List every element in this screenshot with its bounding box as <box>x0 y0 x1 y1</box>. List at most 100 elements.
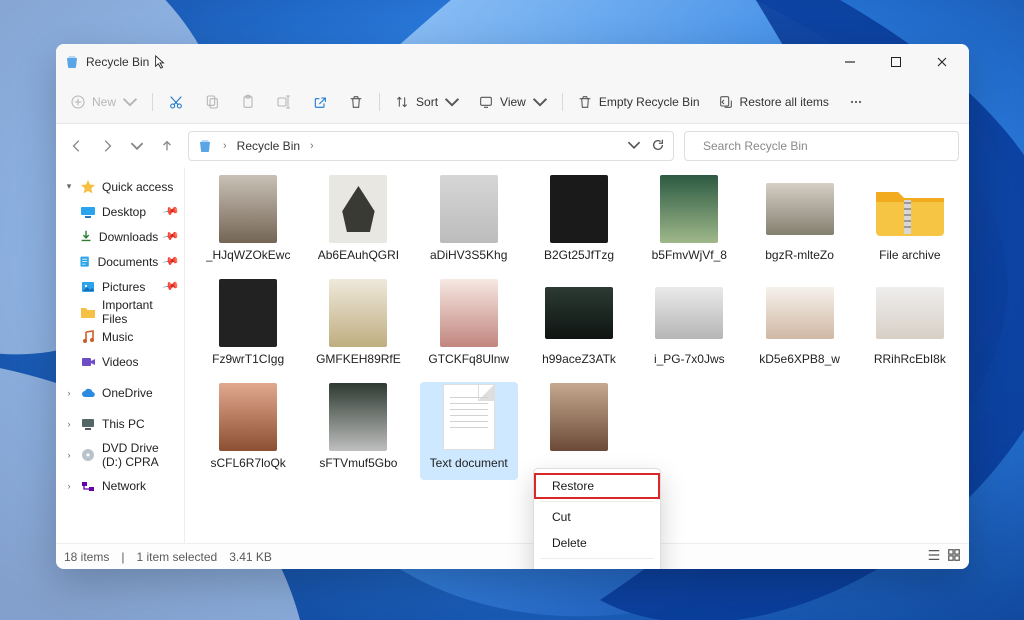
view-list-icon[interactable] <box>927 548 941 565</box>
more-button[interactable] <box>841 87 871 117</box>
file-label: GTCKFq8Ulnw <box>428 352 509 366</box>
refresh-button[interactable] <box>651 138 665 155</box>
sidebar-group-pc[interactable]: ›This PC <box>60 411 180 436</box>
file-item[interactable]: Fz9wrT1CIgg <box>199 278 297 376</box>
rename-icon[interactable] <box>269 87 299 117</box>
copy-icon[interactable] <box>197 87 227 117</box>
cut-icon[interactable] <box>161 87 191 117</box>
empty-recycle-bin-button[interactable]: Empty Recycle Bin <box>571 87 706 117</box>
file-item[interactable]: RRihRcEbI8k <box>861 278 959 376</box>
file-item[interactable]: B2Gt25JfTzg <box>530 174 628 272</box>
paste-icon[interactable] <box>233 87 263 117</box>
file-label: RRihRcEbI8k <box>874 352 946 366</box>
pin-icon: 📌 <box>162 202 181 221</box>
file-item[interactable]: _HJqWZOkEwc <box>199 174 297 272</box>
back-button[interactable] <box>66 135 88 157</box>
file-item[interactable]: bgzR-mlteZo <box>750 174 848 272</box>
window-title: Recycle Bin <box>86 55 149 69</box>
net-icon <box>80 478 96 494</box>
dropdown-icon[interactable] <box>627 138 641 155</box>
sidebar-item-download[interactable]: Downloads📌 <box>60 224 180 249</box>
file-item[interactable]: kD5e6XPB8_w <box>750 278 848 376</box>
toolbar: New Sort View <box>56 80 969 124</box>
pc-icon <box>80 416 96 432</box>
document-icon <box>78 254 91 270</box>
file-label: i_PG-7x0Jws <box>654 352 725 366</box>
address-row: › Recycle Bin › <box>56 124 969 168</box>
forward-button[interactable] <box>96 135 118 157</box>
sidebar-item-desktop[interactable]: Desktop📌 <box>60 199 180 224</box>
file-label: bgzR-mlteZo <box>765 248 834 262</box>
recycle-bin-crumb-icon <box>197 138 213 154</box>
context-delete[interactable]: Delete <box>534 530 660 556</box>
pin-icon: 📌 <box>162 252 181 271</box>
file-label: _HJqWZOkEwc <box>206 248 291 262</box>
close-button[interactable] <box>919 44 965 80</box>
cloud-icon <box>80 385 96 401</box>
new-button[interactable]: New <box>64 87 144 117</box>
sidebar-group-dvd[interactable]: ›DVD Drive (D:) CPRA <box>60 442 180 467</box>
status-selection: 1 item selected <box>136 550 217 564</box>
file-item[interactable]: File archive <box>861 174 959 272</box>
window-body: ▾ Quick access Desktop📌Downloads📌Documen… <box>56 168 969 543</box>
file-item[interactable]: Ab6EAuhQGRI <box>309 174 407 272</box>
minimize-button[interactable] <box>827 44 873 80</box>
file-label: h99aceZ3ATk <box>542 352 616 366</box>
recycle-bin-icon <box>64 54 80 70</box>
music-icon <box>80 329 96 345</box>
file-item[interactable]: GMFKEH89RfE <box>309 278 407 376</box>
search-input[interactable] <box>701 138 950 154</box>
view-button[interactable]: View <box>472 87 554 117</box>
file-item[interactable] <box>530 382 628 480</box>
sidebar-item-document[interactable]: Documents📌 <box>60 249 180 274</box>
file-label: sFTVmuf5Gbo <box>319 456 397 470</box>
restore-all-button[interactable]: Restore all items <box>712 87 835 117</box>
sidebar-item-folder[interactable]: Important Files <box>60 299 180 324</box>
file-label: sCFL6R7loQk <box>210 456 285 470</box>
status-bar: 18 items | 1 item selected 3.41 KB <box>56 543 969 569</box>
file-label: kD5e6XPB8_w <box>759 352 840 366</box>
file-item[interactable]: h99aceZ3ATk <box>530 278 628 376</box>
cursor-icon <box>153 55 167 69</box>
pin-icon: 📌 <box>162 227 181 246</box>
sidebar-item-music[interactable]: Music <box>60 324 180 349</box>
up-button[interactable] <box>156 135 178 157</box>
sort-button[interactable]: Sort <box>388 87 466 117</box>
sidebar: ▾ Quick access Desktop📌Downloads📌Documen… <box>56 168 185 543</box>
title-bar: Recycle Bin <box>56 44 969 80</box>
video-icon <box>80 354 96 370</box>
sidebar-quick-access[interactable]: ▾ Quick access <box>60 174 180 199</box>
view-grid-icon[interactable] <box>947 548 961 565</box>
sidebar-item-picture[interactable]: Pictures📌 <box>60 274 180 299</box>
file-label: GMFKEH89RfE <box>316 352 401 366</box>
sidebar-group-net[interactable]: ›Network <box>60 473 180 498</box>
maximize-button[interactable] <box>873 44 919 80</box>
file-item[interactable]: aDiHV3S5Khg <box>420 174 518 272</box>
sidebar-item-video[interactable]: Videos <box>60 349 180 374</box>
file-item[interactable]: GTCKFq8Ulnw <box>420 278 518 376</box>
file-item[interactable]: sCFL6R7loQk <box>199 382 297 480</box>
address-bar[interactable]: › Recycle Bin › <box>188 131 674 161</box>
file-item[interactable]: b5FmvWjVf_8 <box>640 174 738 272</box>
sidebar-group-cloud[interactable]: ›OneDrive <box>60 380 180 405</box>
context-properties[interactable]: Properties <box>534 561 660 569</box>
delete-icon[interactable] <box>341 87 371 117</box>
file-label: B2Gt25JfTzg <box>544 248 614 262</box>
recent-dropdown[interactable] <box>126 135 148 157</box>
breadcrumb[interactable]: Recycle Bin <box>237 139 300 153</box>
file-label: b5FmvWjVf_8 <box>652 248 727 262</box>
file-item[interactable]: i_PG-7x0Jws <box>640 278 738 376</box>
file-item[interactable]: sFTVmuf5Gbo <box>309 382 407 480</box>
folder-icon <box>80 304 96 320</box>
explorer-window: Recycle Bin New <box>56 44 969 569</box>
status-size: 3.41 KB <box>229 550 272 564</box>
file-item[interactable]: Text document <box>420 382 518 480</box>
pin-icon: 📌 <box>162 277 181 296</box>
context-restore[interactable]: Restore <box>534 473 660 499</box>
download-icon <box>79 229 93 245</box>
share-icon[interactable] <box>305 87 335 117</box>
dvd-icon <box>80 447 96 463</box>
context-cut[interactable]: Cut <box>534 504 660 530</box>
search-box[interactable] <box>684 131 959 161</box>
file-label: Text document <box>430 456 508 470</box>
